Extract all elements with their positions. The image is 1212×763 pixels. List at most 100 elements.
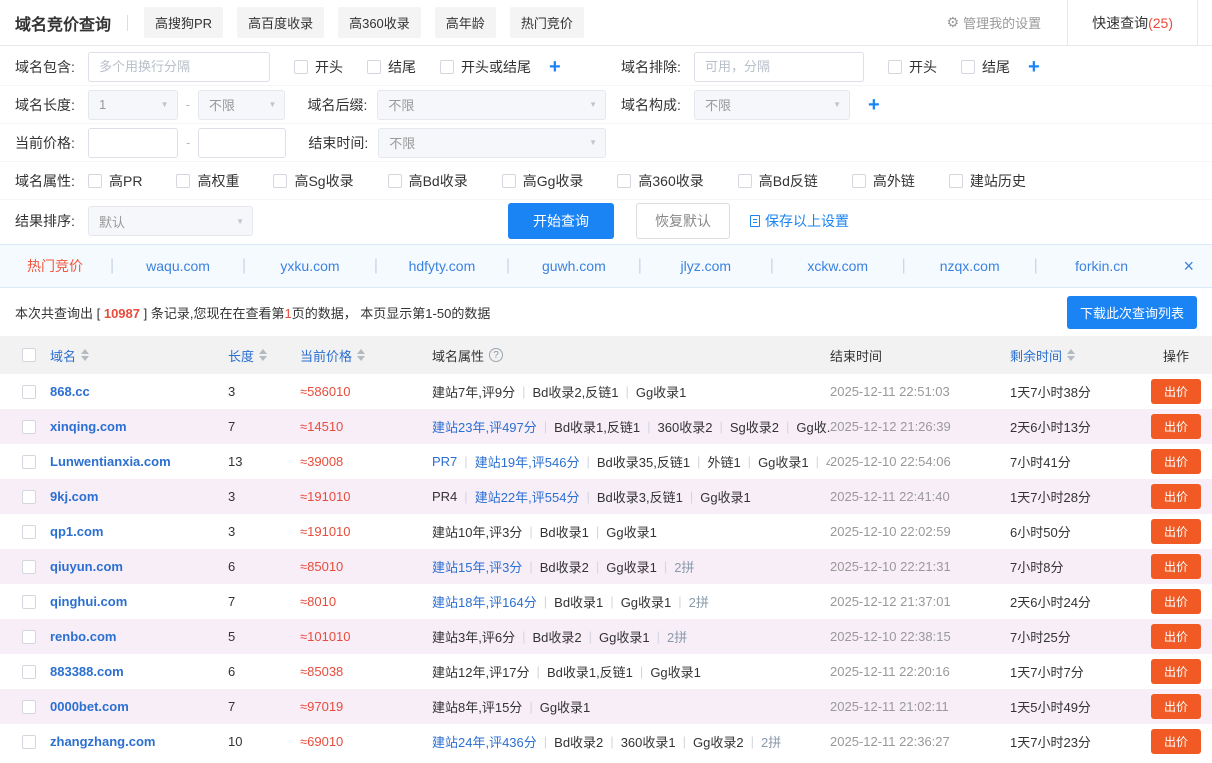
download-list-button[interactable]: 下载此次查询列表 [1067, 296, 1197, 329]
bid-button[interactable]: 出价 [1151, 484, 1201, 509]
save-settings-link[interactable]: 保存以上设置 [750, 211, 849, 231]
row-checkbox[interactable] [22, 595, 36, 609]
sort-icon[interactable] [357, 349, 365, 361]
bid-button[interactable]: 出价 [1151, 414, 1201, 439]
remaining-time-cell: 2天6小时13分 [1010, 417, 1140, 436]
attr-option-checkbox[interactable]: 高外链 [852, 171, 915, 191]
exclude-input[interactable] [694, 52, 864, 82]
hot-domain-link[interactable]: nzqx.com [906, 258, 1034, 274]
row-checkbox[interactable] [22, 385, 36, 399]
attr-option-checkbox[interactable]: 建站历史 [949, 171, 1026, 191]
end-time-select[interactable]: 不限▼ [378, 128, 606, 158]
length-cell: 7 [228, 699, 300, 714]
row-checkbox[interactable] [22, 420, 36, 434]
attr-option-checkbox[interactable]: 高Bd收录 [388, 171, 468, 191]
domain-link[interactable]: qinghui.com [50, 594, 127, 609]
attr-option-checkbox[interactable]: 高360收录 [617, 171, 703, 191]
price-max-input[interactable] [198, 128, 286, 158]
include-option-checkbox[interactable]: 结尾 [367, 57, 416, 77]
row-checkbox[interactable] [22, 630, 36, 644]
include-input[interactable] [88, 52, 270, 82]
domain-link[interactable]: renbo.com [50, 629, 116, 644]
bid-button[interactable]: 出价 [1151, 379, 1201, 404]
domain-link[interactable]: xinqing.com [50, 419, 127, 434]
domain-link[interactable]: zhangzhang.com [50, 734, 155, 749]
length-max-select[interactable]: 不限▼ [198, 90, 286, 120]
price-cell: ≈69010 [300, 734, 432, 749]
close-icon[interactable]: × [1165, 256, 1212, 277]
row-checkbox-cell [0, 560, 50, 574]
help-icon[interactable]: ? [489, 348, 503, 362]
hot-domain-link[interactable]: forkin.cn [1038, 258, 1166, 274]
row-checkbox[interactable] [22, 560, 36, 574]
reset-button[interactable]: 恢复默认 [636, 203, 730, 239]
row-checkbox[interactable] [22, 735, 36, 749]
filter-row-attrs: 域名属性: 高PR高权重高Sg收录高Bd收录高Gg收录高360收录高Bd反链高外… [0, 162, 1212, 200]
top-tab[interactable]: 热门竞价 [510, 7, 584, 38]
add-include-icon[interactable]: + [549, 57, 561, 77]
row-checkbox[interactable] [22, 700, 36, 714]
bid-button[interactable]: 出价 [1151, 449, 1201, 474]
include-option-checkbox[interactable]: 开头 [294, 57, 343, 77]
price-value: ≈85038 [300, 664, 343, 679]
sort-select[interactable]: 默认▼ [88, 206, 253, 236]
domain-link[interactable]: Lunwentianxia.com [50, 454, 171, 469]
domain-link[interactable]: 0000bet.com [50, 699, 129, 714]
bid-button[interactable]: 出价 [1151, 589, 1201, 614]
search-button[interactable]: 开始查询 [508, 203, 614, 239]
hot-domain-link[interactable]: guwh.com [510, 258, 638, 274]
quick-query-tab[interactable]: 快速查询(25) [1067, 0, 1198, 45]
compose-select[interactable]: 不限▼ [694, 90, 850, 120]
separator: | [464, 454, 467, 469]
domain-link[interactable]: qp1.com [50, 524, 103, 539]
domain-link[interactable]: 883388.com [50, 664, 124, 679]
sort-icon[interactable] [259, 349, 267, 361]
domain-link[interactable]: 868.cc [50, 384, 90, 399]
remaining-time-cell: 1天7小时23分 [1010, 732, 1140, 751]
bid-button[interactable]: 出价 [1151, 554, 1201, 579]
row-checkbox[interactable] [22, 455, 36, 469]
hot-domain-link[interactable]: xckw.com [774, 258, 902, 274]
attrs-cell: 建站18年,评164分|Bd收录1|Gg收录1|2拼 [432, 592, 830, 611]
bid-button[interactable]: 出价 [1151, 624, 1201, 649]
end-time-value: 2025-12-10 22:38:15 [830, 629, 951, 644]
row-checkbox[interactable] [22, 665, 36, 679]
attr-option-checkbox[interactable]: 高权重 [176, 171, 239, 191]
price-min-input[interactable] [88, 128, 178, 158]
length-min-select[interactable]: 1▼ [88, 90, 178, 120]
sort-icon[interactable] [81, 349, 89, 361]
add-compose-icon[interactable]: + [868, 95, 880, 115]
end-time-cell: 2025-12-10 22:38:15 [830, 629, 1010, 644]
bid-button[interactable]: 出价 [1151, 519, 1201, 544]
domain-link[interactable]: 9kj.com [50, 489, 98, 504]
manage-settings-link[interactable]: ⚙ 管理我的设置 [947, 13, 1042, 32]
bid-button[interactable]: 出价 [1151, 729, 1201, 754]
include-option-checkbox[interactable]: 开头或结尾 [440, 57, 531, 77]
hot-domain-link[interactable]: jlyz.com [642, 258, 770, 274]
exclude-option-checkbox[interactable]: 开头 [888, 57, 937, 77]
top-tab[interactable]: 高360收录 [338, 7, 421, 38]
exclude-option-checkbox[interactable]: 结尾 [961, 57, 1010, 77]
domain-link[interactable]: qiuyun.com [50, 559, 123, 574]
top-tab[interactable]: 高年龄 [435, 7, 496, 38]
top-tab[interactable]: 高百度收录 [237, 7, 324, 38]
sort-icon[interactable] [1067, 349, 1075, 361]
bid-button[interactable]: 出价 [1151, 694, 1201, 719]
hot-domain-link[interactable]: waqu.com [114, 258, 242, 274]
row-checkbox[interactable] [22, 525, 36, 539]
suffix-select[interactable]: 不限▼ [377, 90, 606, 120]
table-row: renbo.com5≈101010建站3年,评6分|Bd收录2|Gg收录1|2拼… [0, 619, 1212, 654]
hot-domain-link[interactable]: hdfyty.com [378, 258, 506, 274]
attr-option-checkbox[interactable]: 高Bd反链 [738, 171, 818, 191]
attr-option-checkbox[interactable]: 高Gg收录 [502, 171, 584, 191]
attr-option-checkbox[interactable]: 高PR [88, 171, 142, 191]
length-cell: 6 [228, 664, 300, 679]
hot-domain-link[interactable]: yxku.com [246, 258, 374, 274]
top-tab[interactable]: 高搜狗PR [144, 7, 223, 38]
row-checkbox[interactable] [22, 490, 36, 504]
add-exclude-icon[interactable]: + [1028, 57, 1040, 77]
select-all-checkbox[interactable] [22, 348, 36, 362]
bid-button[interactable]: 出价 [1151, 659, 1201, 684]
attr-option-checkbox[interactable]: 高Sg收录 [273, 171, 353, 191]
attr-segment: 建站15年,评3分 [432, 557, 522, 576]
